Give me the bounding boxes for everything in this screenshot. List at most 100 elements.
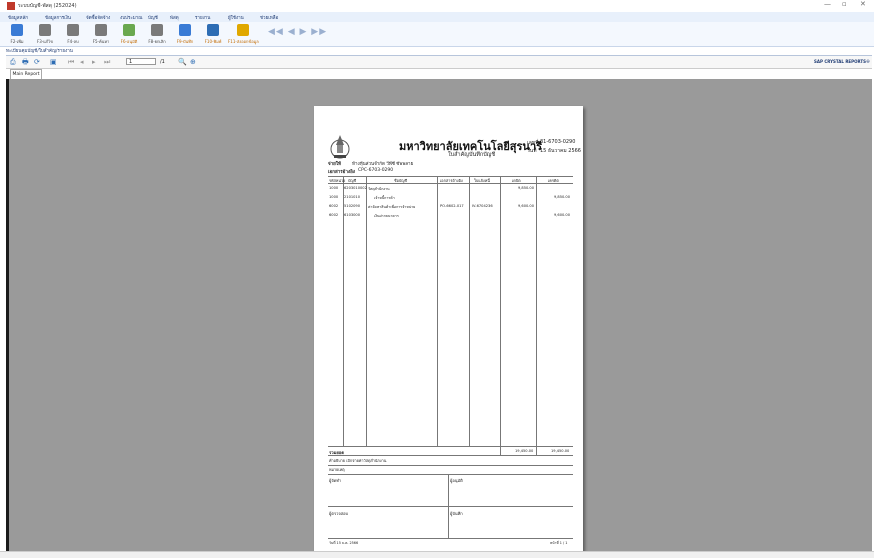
toolbar-button[interactable]: F3-แก้ไข [30, 23, 60, 45]
zoom-icon[interactable]: ⊕ [190, 58, 196, 66]
print-icon[interactable]: 🖶 [22, 58, 29, 69]
sig-approved-label: ผู้อนุมัติ [450, 478, 463, 483]
printed-date: วันที่ 15 ธ.ค. 2566 [329, 541, 359, 545]
page-number-input[interactable]: 1 [126, 58, 156, 65]
sig-prepared-label: ผู้จัดทำ [329, 478, 342, 483]
cell-account: 2101010 [344, 195, 361, 199]
cell-invoice: IV-6704236 [472, 204, 493, 208]
doc-no-label: เลขที่ [527, 140, 539, 146]
doc-no: 31-6703-0290 [540, 139, 576, 145]
toolbar-button-label: F9-บันทึก [176, 39, 194, 44]
menu-item[interactable]: ข้อมูลการเงิน [45, 14, 71, 21]
remark-label: หมายเหตุ [329, 467, 345, 472]
cell-credit: 9,850.00 [554, 195, 571, 199]
toolbar-button[interactable]: F5-ค้นหา [86, 23, 116, 45]
sig-mid-line [328, 506, 573, 507]
toolbar-button-icon [123, 24, 135, 36]
cell-name: เจ้าหนี้การค้า [374, 196, 395, 200]
col-divider [366, 176, 367, 446]
app-icon [7, 2, 15, 10]
toolbar-button-icon [11, 24, 23, 36]
toolbar-button[interactable]: F4-ลบ [58, 23, 88, 45]
menu-item[interactable]: บัญชี [148, 14, 158, 21]
refresh-icon[interactable]: ⟳ [34, 58, 40, 66]
toolbar-button[interactable]: F6-อนุมัติ [114, 23, 144, 45]
toolbar-button-label: F2-เพิ่ม [10, 39, 24, 44]
payee-label: จ่ายให้ [328, 162, 341, 167]
ref: CPC-6703-0290 [358, 168, 394, 173]
toolbar-button-icon [179, 24, 191, 36]
col-header: เครดิต [548, 178, 559, 183]
col-divider [469, 176, 470, 446]
menu-item[interactable]: พัสดุ [170, 14, 179, 21]
report-toolbar: ⎙ 🖶 ⟳ ▣ ⏮ ◂ ▸ ⏭ 1 /1 🔍 ⊕ SAP CRYSTAL REP… [6, 56, 872, 69]
note-line [328, 465, 573, 466]
toolbar-button-label: F4-ลบ [67, 39, 79, 44]
cell-debit: 9,600.00 [518, 204, 535, 208]
cell-credit: 9,600.00 [554, 213, 571, 217]
toolbar-button-label: F11-ส่งออกข้อมูล [228, 39, 259, 44]
report-tabs: Main Report [6, 69, 872, 80]
sig-recorded-label: ผู้บันทึก [450, 511, 463, 516]
menu-item[interactable]: รายงาน [195, 14, 210, 21]
sap-crystal-brand: SAP CRYSTAL REPORTS® [814, 59, 870, 64]
export-icon[interactable]: ⎙ [10, 58, 16, 67]
toolbar-button-label: F8-ยกเลิก [148, 39, 166, 44]
menu-item[interactable]: ช่วยเหลือ [260, 14, 278, 21]
minimize-button[interactable]: — [824, 0, 831, 8]
prev-page-icon[interactable]: ◂ [80, 58, 84, 66]
sig-checked-label: ผู้ตรวจสอบ [329, 511, 349, 516]
window-title: ระบบบัญชี-พัสดุ (252024) [18, 3, 77, 9]
cell-unit: 1000 [329, 186, 339, 190]
cell-name: เงินฝากธนาคาร [374, 214, 399, 218]
menu-item[interactable]: ข้อมูลหลัก [8, 14, 28, 21]
cell-unit: 6002 [329, 204, 339, 208]
col-divider [536, 176, 537, 455]
first-page-icon[interactable]: ⏮ [68, 58, 74, 67]
toolbar-button[interactable]: F11-ส่งออกข้อมูล [228, 23, 259, 45]
last-page-icon[interactable]: ⏭ [104, 58, 110, 67]
date-label: วันที่ [527, 148, 537, 154]
toolbar-button[interactable]: F10-พิมพ์ [198, 23, 228, 45]
cell-name: ค่าจัดหาสินค้าเพื่อการจำหน่าย [368, 205, 416, 209]
maximize-button[interactable]: ▫ [842, 0, 847, 8]
toolbar-button-label: F6-อนุมัติ [120, 39, 138, 44]
col-divider [437, 176, 438, 446]
cell-ref: PO-6602-017 [440, 204, 464, 208]
menu-item[interactable]: งบประมาณ [120, 14, 142, 21]
search-icon[interactable]: 🔍 [178, 58, 187, 66]
toolbar-button-icon [67, 24, 79, 36]
university-logo-icon [330, 135, 350, 159]
sig-top-line [328, 474, 573, 475]
next-page-icon[interactable]: ▸ [92, 58, 96, 66]
cell-name: วัสดุสำนักงาน [368, 187, 390, 191]
col-header: รหัสหน่วย [329, 178, 346, 183]
page-count: /1 [160, 59, 165, 65]
menu-item[interactable]: จัดซื้อจัดจ้าง [86, 14, 110, 21]
toolbar-button-icon [39, 24, 51, 36]
toolbar-button[interactable]: F8-ยกเลิก [142, 23, 172, 45]
table-bottom-line [328, 455, 573, 456]
toggle-tree-icon[interactable]: ▣ [50, 58, 57, 66]
toolbar-button[interactable]: F9-บันทึก [170, 23, 200, 45]
viewer-left-edge [6, 79, 9, 551]
toolbar-button-icon [95, 24, 107, 36]
menu-item[interactable]: ผู้ใช้งาน [228, 14, 244, 21]
total-debit: 19,450.00 [515, 449, 534, 453]
cell-debit: 9,850.00 [518, 186, 535, 190]
cell-unit: 6002 [329, 213, 339, 217]
breadcrumb: ทะเบียนคุมบัญชี/ใบสำคัญ/รายงาน [6, 47, 872, 56]
record-nav-arrows[interactable]: ◀◀ ◀ ▶ ▶▶ [268, 27, 327, 37]
ref-label: เอกสารอ้างอิง [328, 170, 355, 175]
doc-date: 15 ธันวาคม 2566 [540, 148, 581, 154]
total-label: รวมยอด [329, 450, 345, 455]
toolbar-button-label: F5-ค้นหา [92, 39, 110, 44]
close-button[interactable]: ✕ [860, 0, 866, 8]
cell-account: 6203010002 [344, 186, 367, 190]
toolbar-button-icon [237, 24, 249, 36]
doc-type: ใบสำคัญบันทึกบัญชี [448, 152, 496, 158]
toolbar-button[interactable]: F2-เพิ่ม [2, 23, 32, 45]
report-page: มหาวิทยาลัยเทคโนโลยีสุรนารี ใบสำคัญบันทึ… [314, 106, 583, 551]
note: คำอธิบาย เบิกจ่ายค่าวัสดุสำนักงาน [329, 458, 387, 463]
sig-bottom-line [328, 538, 573, 539]
